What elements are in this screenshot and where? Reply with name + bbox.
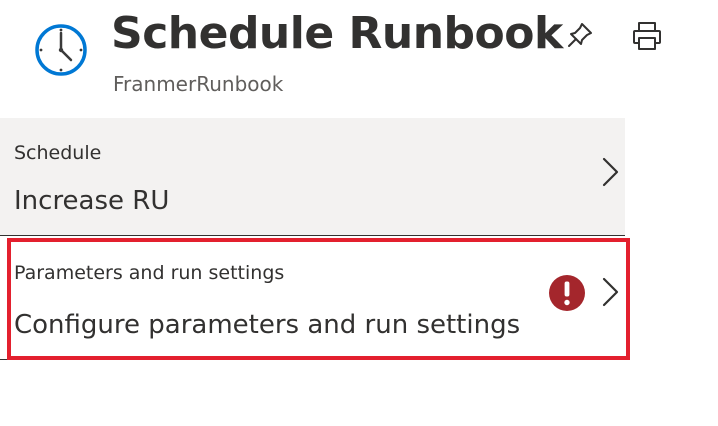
parameters-value: Configure parameters and run settings	[14, 310, 521, 340]
parameters-label: Parameters and run settings	[14, 262, 285, 284]
page-title: Schedule Runbook	[111, 8, 563, 59]
print-icon[interactable]	[630, 20, 664, 52]
error-icon	[549, 275, 585, 311]
schedule-label: Schedule	[14, 142, 102, 164]
chevron-right-icon	[602, 157, 619, 187]
page-subtitle: FranmerRunbook	[113, 72, 284, 96]
clock-icon	[35, 24, 87, 76]
chevron-right-icon	[602, 277, 619, 307]
pin-icon[interactable]	[565, 20, 595, 50]
parameters-row[interactable]: Parameters and run settings Configure pa…	[0, 238, 625, 360]
page-header: Schedule Runbook FranmerRunbook	[0, 0, 718, 118]
schedule-row[interactable]: Schedule Increase RU	[0, 118, 625, 236]
schedule-value: Increase RU	[14, 186, 170, 216]
